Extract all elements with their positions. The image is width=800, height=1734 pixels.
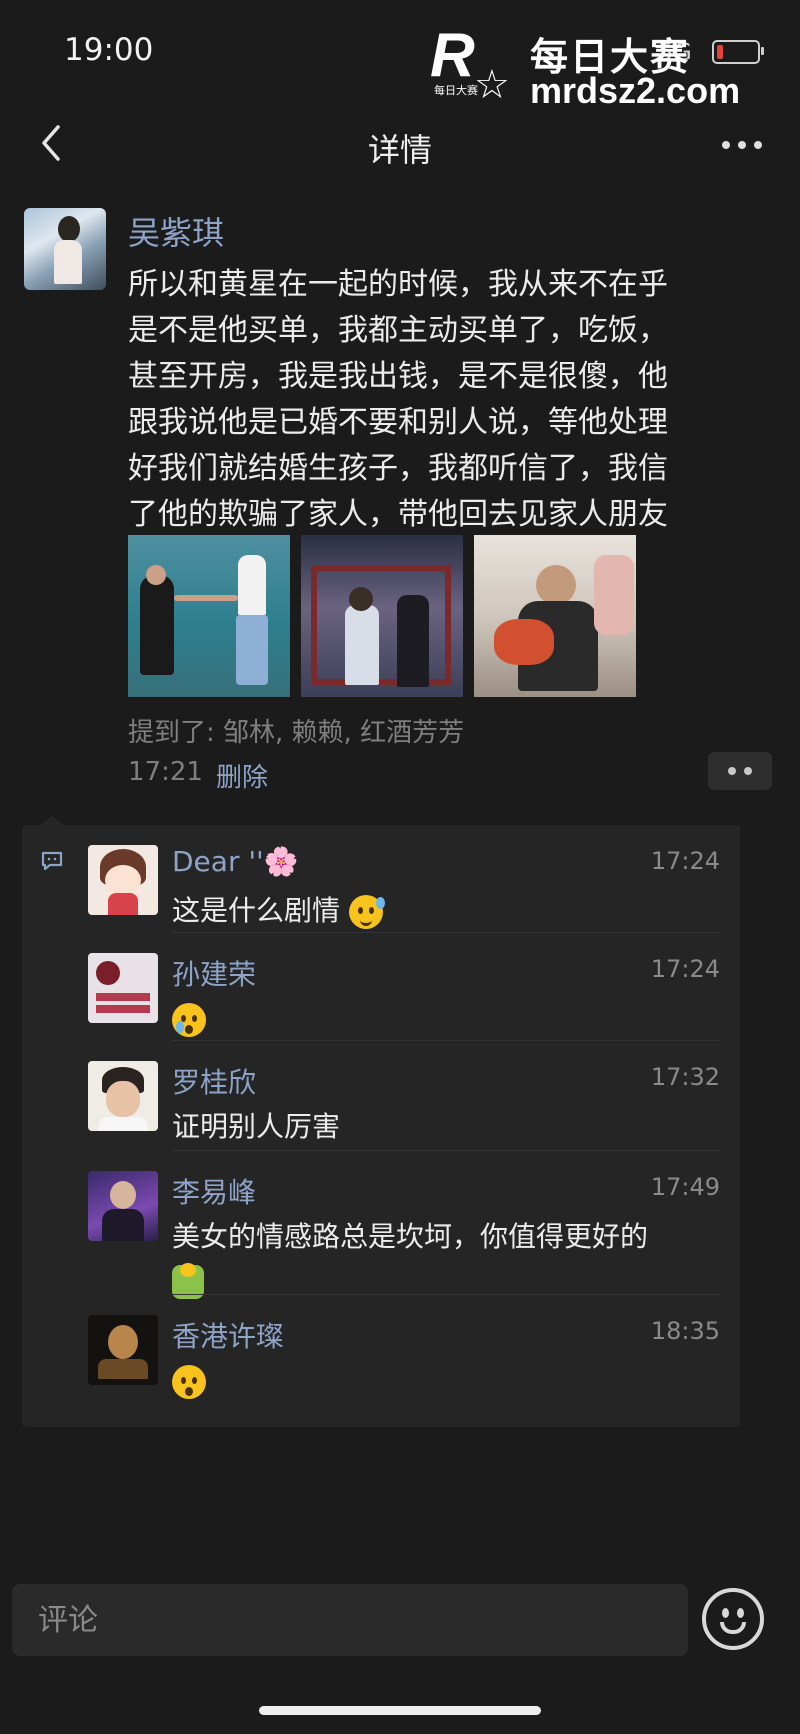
comment-text: 这是什么剧情 bbox=[172, 889, 720, 933]
like-comment-button[interactable] bbox=[708, 752, 772, 790]
crying-face-emoji bbox=[172, 1003, 206, 1037]
more-dots-icon[interactable] bbox=[722, 141, 762, 151]
comment-time: 17:24 bbox=[650, 847, 720, 875]
watermark-star-icon: ☆ bbox=[474, 62, 510, 108]
comment-item[interactable]: 李易峰 17:49 美女的情感路总是坎坷，你值得更好的 bbox=[22, 1151, 740, 1299]
smiley-icon[interactable] bbox=[702, 1588, 764, 1650]
chevron-left-icon[interactable] bbox=[34, 123, 70, 163]
comment-input[interactable] bbox=[12, 1584, 688, 1656]
comment-text bbox=[172, 1359, 720, 1403]
comment-text: 证明别人厉害 bbox=[172, 1110, 341, 1143]
comment-text-content: 美女的情感路总是坎坷，你值得更好的 bbox=[172, 1220, 649, 1253]
comment-item[interactable]: 孙建荣 17:24 bbox=[22, 933, 740, 1041]
post-photo[interactable] bbox=[474, 535, 636, 697]
post-photo[interactable] bbox=[301, 535, 463, 697]
watermark: R ☆ 每日大赛 每日大赛 mrdsz2.com bbox=[430, 20, 770, 111]
comment-text-content: 这是什么剧情 bbox=[172, 894, 341, 927]
post-photo[interactable] bbox=[128, 535, 290, 697]
surprised-face-emoji bbox=[172, 1365, 206, 1399]
post-author-name[interactable]: 吴紫琪 bbox=[128, 208, 224, 254]
commenter-name[interactable]: Dear ''🌸 bbox=[172, 845, 299, 878]
watermark-logo-letter: R bbox=[430, 21, 475, 90]
comments-section: Dear ''🌸 17:24 这是什么剧情 孙建荣 17:24 罗桂欣 17:3 bbox=[22, 815, 740, 1427]
page-title: 详情 bbox=[367, 131, 432, 169]
watermark-logo-sub: 每日大赛 bbox=[434, 84, 478, 97]
comment-time: 18:35 bbox=[650, 1317, 720, 1345]
comment-bar bbox=[0, 1572, 800, 1672]
status-bar: 19:00 5G R ☆ 每日大赛 每日大赛 mrdsz2.com bbox=[0, 0, 800, 111]
status-time: 19:00 bbox=[64, 32, 154, 68]
comment-item[interactable]: Dear ''🌸 17:24 这是什么剧情 bbox=[22, 825, 740, 933]
commenter-name[interactable]: 罗桂欣 bbox=[172, 1061, 256, 1101]
commenter-name[interactable]: 孙建荣 bbox=[172, 953, 256, 993]
commenter-avatar[interactable] bbox=[88, 1171, 158, 1241]
post-author-avatar[interactable] bbox=[24, 208, 106, 290]
post-photos bbox=[128, 535, 638, 697]
mentioned-users: 提到了: 邹林, 赖赖, 红酒芳芳 bbox=[128, 718, 465, 748]
comment-time: 17:24 bbox=[650, 955, 720, 983]
comment-text: 美女的情感路总是坎坷，你值得更好的 bbox=[172, 1215, 720, 1303]
post-text: 所以和黄星在一起的时候，我从来不在乎 是不是他买单，我都主动买单了，吃饭， 甚至… bbox=[128, 267, 668, 532]
commenter-avatar[interactable] bbox=[88, 1315, 158, 1385]
comment-item[interactable]: 香港许璨 18:35 bbox=[22, 1295, 740, 1415]
commenter-avatar[interactable] bbox=[88, 953, 158, 1023]
nav-bar: 详情 bbox=[0, 105, 800, 185]
comment-time: 17:32 bbox=[650, 1063, 720, 1091]
comment-item[interactable]: 罗桂欣 17:32 证明别人厉害 bbox=[22, 1041, 740, 1151]
commenter-name[interactable]: 李易峰 bbox=[172, 1171, 256, 1211]
commenter-avatar[interactable] bbox=[88, 845, 158, 915]
commenter-avatar[interactable] bbox=[88, 1061, 158, 1131]
sweat-smile-emoji bbox=[348, 895, 385, 929]
commenter-name[interactable]: 香港许璨 bbox=[172, 1315, 284, 1355]
home-indicator[interactable] bbox=[259, 1706, 541, 1715]
delete-button[interactable]: 删除 bbox=[216, 757, 268, 794]
post-time: 17:21 bbox=[128, 757, 203, 787]
comment-time: 17:49 bbox=[650, 1173, 720, 1201]
comment-text bbox=[172, 997, 720, 1041]
